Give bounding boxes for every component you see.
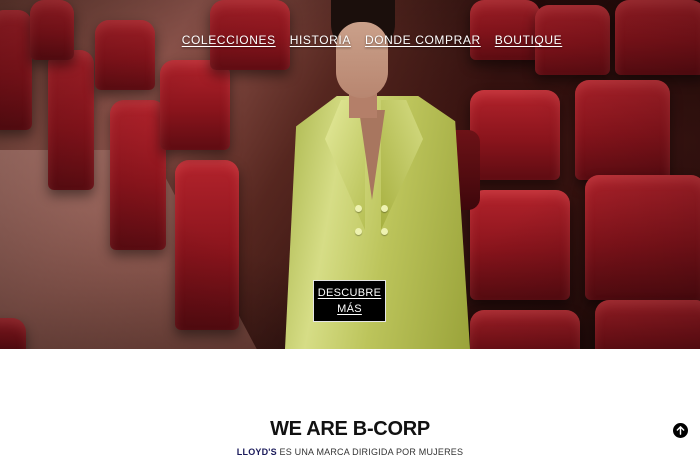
suit-button <box>355 205 362 212</box>
nav-link-colecciones[interactable]: COLECCIONES <box>182 33 276 47</box>
main-nav: COLECCIONES HISTORIA DONDE COMPRAR BOUTI… <box>0 33 700 47</box>
suit-button <box>381 205 388 212</box>
hero-banner: COLECCIONES HISTORIA DONDE COMPRAR BOUTI… <box>0 0 700 349</box>
arrow-up-circle-icon[interactable] <box>673 423 688 438</box>
suit-button <box>381 228 388 235</box>
section-headline: WE ARE B-CORP <box>270 418 430 440</box>
suit-button <box>355 228 362 235</box>
nav-link-boutique[interactable]: BOUTIQUE <box>495 33 562 47</box>
nav-links: COLECCIONES HISTORIA DONDE COMPRAR BOUTI… <box>182 33 563 47</box>
discover-more-button[interactable]: DESCUBRE MÁS <box>313 280 386 322</box>
nav-link-donde-comprar[interactable]: DONDE COMPRAR <box>365 33 481 47</box>
discover-more-label: DESCUBRE MÁS <box>317 287 382 315</box>
brand-name: LLOYD'S <box>236 447 277 457</box>
arrow-up-icon <box>676 426 685 435</box>
tagline-text: ES UNA MARCA DIRIGIDA POR MUJERES <box>276 447 464 457</box>
nav-link-historia[interactable]: HISTORIA <box>290 33 351 47</box>
section-tagline: LLOYD'S ES UNA MARCA DIRIGIDA POR MUJERE… <box>0 447 700 457</box>
